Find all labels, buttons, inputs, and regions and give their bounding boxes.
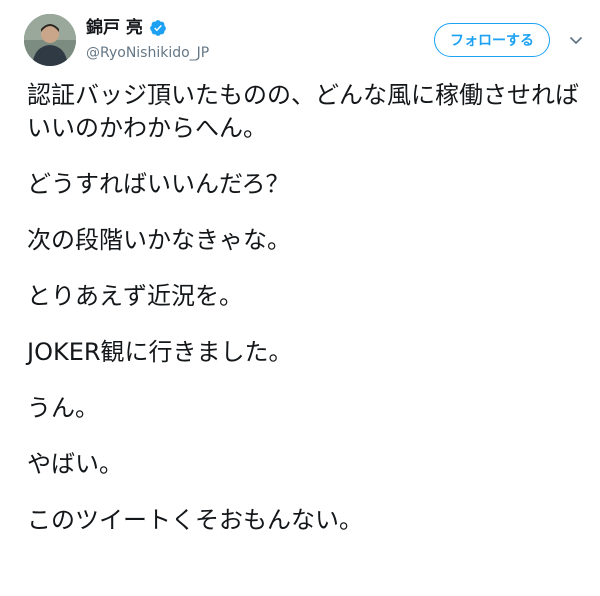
tweet-paragraph: 次の段階いかなきゃな。 [27,226,291,254]
tweet-paragraph: やばい。 [27,450,123,478]
tweet-paragraph: 認証バッジ頂いたものの、どんな風に稼働させればいいのかわからへん。 [27,81,579,142]
tweet-paragraph: どうすればいいんだろ？ [27,170,290,198]
chevron-down-icon[interactable] [568,32,584,48]
tweet-card: 錦戸 亮 @RyoNishikido_JP フォローする 認証バッジ頂いたものの… [0,0,600,596]
follow-button[interactable]: フォローする [434,23,550,57]
tweet-paragraph: とりあえず近況を。 [27,282,243,310]
verified-badge-icon [150,20,166,36]
avatar[interactable] [24,14,76,66]
display-name[interactable]: 錦戸 亮 [86,18,143,38]
user-handle[interactable]: @RyoNishikido_JP [86,44,209,62]
tweet-paragraph: このツイートくそおもんない。 [27,506,363,534]
tweet-paragraph: JOKER観に行きました。 [27,338,293,366]
name-row: 錦戸 亮 [86,18,167,38]
tweet-paragraph: うん。 [27,394,99,422]
avatar-image [24,14,76,66]
tweet-text: 認証バッジ頂いたものの、どんな風に稼働させればいいのかわからへん。 どうすればい… [27,79,587,537]
